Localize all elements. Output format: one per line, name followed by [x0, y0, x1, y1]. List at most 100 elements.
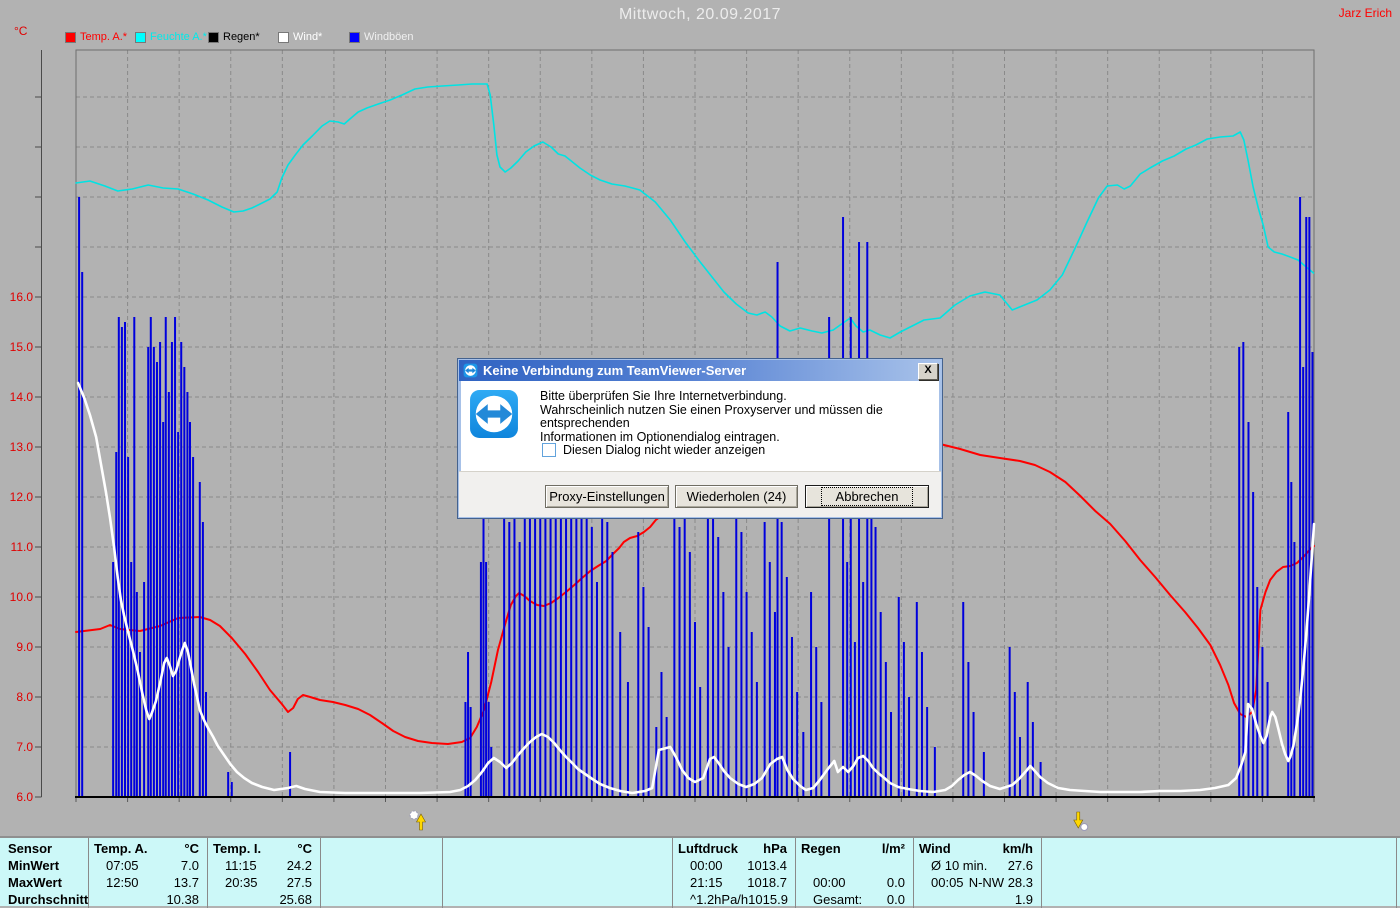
column-title: Temp. I. — [213, 840, 261, 857]
cell-value: 24.2 — [287, 857, 312, 874]
dont-show-again-label: Diesen Dialog nicht wieder anzeigen — [563, 443, 765, 457]
table-divider — [672, 838, 673, 908]
column-unit: l/m² — [882, 840, 905, 857]
cell-value: 1.9 — [1015, 891, 1033, 908]
table-cell-row: 10.38 — [88, 891, 207, 908]
table-cell-row — [442, 874, 672, 891]
table-column-empty — [442, 838, 672, 908]
proxy-settings-label: Proxy-Einstellungen — [549, 489, 665, 504]
cell-time: ^1.2hPa/h — [690, 891, 748, 908]
column-unit: hPa — [763, 840, 787, 857]
sunrise-icon — [410, 811, 426, 830]
y-axis-tick-label: 7.0 — [16, 740, 33, 754]
table-cell-row — [442, 857, 672, 874]
cell-value: 13.7 — [174, 874, 199, 891]
column-unit: °C — [184, 840, 199, 857]
table-cell-row: 11:15 24.2 — [207, 857, 320, 874]
table-cell-row: 12:50 13.7 — [88, 874, 207, 891]
dont-show-again-row: Diesen Dialog nicht wieder anzeigen — [542, 443, 765, 457]
table-cell-row: ^1.2hPa/h1015.9 — [672, 891, 795, 908]
table-divider — [1396, 838, 1397, 908]
cell-time: 00:05 — [931, 874, 964, 891]
table-divider — [795, 838, 796, 908]
table-cell-row: 00:05 N-NW 28.3 — [913, 874, 1041, 891]
table-column-header: Temp. I. °C — [207, 840, 320, 857]
proxy-settings-button[interactable]: Proxy-Einstellungen — [545, 485, 669, 508]
table-column-header: LuftdruckhPa — [672, 840, 795, 857]
dialog-title: Keine Verbindung zum TeamViewer-Server — [483, 363, 746, 378]
table-cell-row — [1041, 874, 1396, 891]
y-axis-tick-label: 8.0 — [16, 690, 33, 704]
retry-label: Wiederholen (24) — [687, 489, 787, 504]
cell-value: 1015.9 — [748, 891, 788, 908]
table-row-label: Sensor — [0, 840, 88, 857]
cell-value: 7.0 — [181, 857, 199, 874]
table-cell-row — [320, 874, 442, 891]
dont-show-again-checkbox[interactable] — [542, 443, 556, 457]
cell-value: 25.68 — [279, 891, 312, 908]
sunset-icon — [1074, 812, 1088, 831]
column-unit: km/h — [1003, 840, 1033, 857]
dialog-body: Bitte überprüfen Sie Ihre Internetverbin… — [462, 381, 938, 472]
table-rowlabel-column: SensorMinWertMaxWertDurchschnitt — [0, 838, 88, 908]
y-axis-tick-label: 16.0 — [10, 290, 34, 304]
table-cell-row — [320, 857, 442, 874]
stats-table: SensorMinWertMaxWertDurchschnittTemp. A.… — [0, 836, 1400, 906]
dialog-message: Bitte überprüfen Sie Ihre Internetverbin… — [540, 390, 938, 444]
table-divider — [207, 838, 208, 908]
table-column-header: Wind km/h — [913, 840, 1041, 857]
table-divider — [88, 838, 89, 908]
cell-time: 20:35 — [225, 874, 258, 891]
table-row-label: MinWert — [0, 857, 88, 874]
table-cell-row: 25.68 — [207, 891, 320, 908]
table-column-header — [320, 840, 442, 857]
cell-time: 12:50 — [106, 874, 139, 891]
teamviewer-dialog: Keine Verbindung zum TeamViewer-Server X… — [457, 358, 943, 519]
cell-value: 0.0 — [887, 891, 905, 908]
cancel-button[interactable]: Abbrechen — [805, 485, 929, 508]
y-axis-tick-label: 13.0 — [10, 440, 34, 454]
cell-value: 1013.4 — [747, 857, 787, 874]
cell-value: 10.38 — [166, 891, 199, 908]
table-column-luftdruck: LuftdruckhPa00:001013.421:151018.7^1.2hP… — [672, 838, 795, 908]
y-axis-tick-label: 15.0 — [10, 340, 34, 354]
teamviewer-logo — [469, 389, 519, 439]
table-column-empty — [320, 838, 442, 908]
cell-time: Gesamt: — [813, 891, 862, 908]
table-cell-row — [442, 891, 672, 908]
dialog-message-line3: Informationen im Optionendialog eintrage… — [540, 431, 938, 445]
table-column-regen: Regen l/m² 00:000.0Gesamt: 0.0 — [795, 838, 913, 908]
close-icon[interactable]: X — [918, 363, 938, 380]
table-cell-row: 07:057.0 — [88, 857, 207, 874]
table-divider — [1041, 838, 1042, 908]
table-divider — [320, 838, 321, 908]
table-cell-row — [1041, 857, 1396, 874]
table-cell-row: 00:000.0 — [795, 874, 913, 891]
table-cell-row — [795, 857, 913, 874]
dialog-message-line1: Bitte überprüfen Sie Ihre Internetverbin… — [540, 390, 938, 404]
table-column-header — [1041, 840, 1396, 857]
table-column-empty — [1041, 838, 1396, 908]
cell-value: 0.0 — [887, 874, 905, 891]
table-divider — [913, 838, 914, 908]
table-cell-row: 1.9 — [913, 891, 1041, 908]
column-unit: °C — [297, 840, 312, 857]
retry-button[interactable]: Wiederholen (24) — [675, 485, 798, 508]
column-title: Wind — [919, 840, 951, 857]
y-axis-tick-label: 10.0 — [10, 590, 34, 604]
table-column-header — [442, 840, 672, 857]
table-column-header: Regen l/m² — [795, 840, 913, 857]
table-row-label: Durchschnitt — [0, 891, 88, 908]
table-cell-row: 00:001013.4 — [672, 857, 795, 874]
y-axis-tick-label: 11.0 — [11, 540, 34, 554]
column-title: Regen — [801, 840, 841, 857]
dialog-message-line2: Wahrscheinlich nutzen Sie einen Proxyser… — [540, 404, 938, 431]
cell-value: N-NW 28.3 — [969, 874, 1033, 891]
table-cell-row — [320, 891, 442, 908]
y-axis-tick-label: 12.0 — [10, 490, 34, 504]
table-row-label: MaxWert — [0, 874, 88, 891]
y-axis-tick-label: 9.0 — [16, 640, 33, 654]
cell-time: 11:15 — [225, 857, 257, 874]
dialog-titlebar[interactable]: Keine Verbindung zum TeamViewer-Server X — [459, 360, 941, 381]
table-column-wind: Windkm/hØ 10 min.27.600:05N-NW 28.31.9 — [913, 838, 1041, 908]
